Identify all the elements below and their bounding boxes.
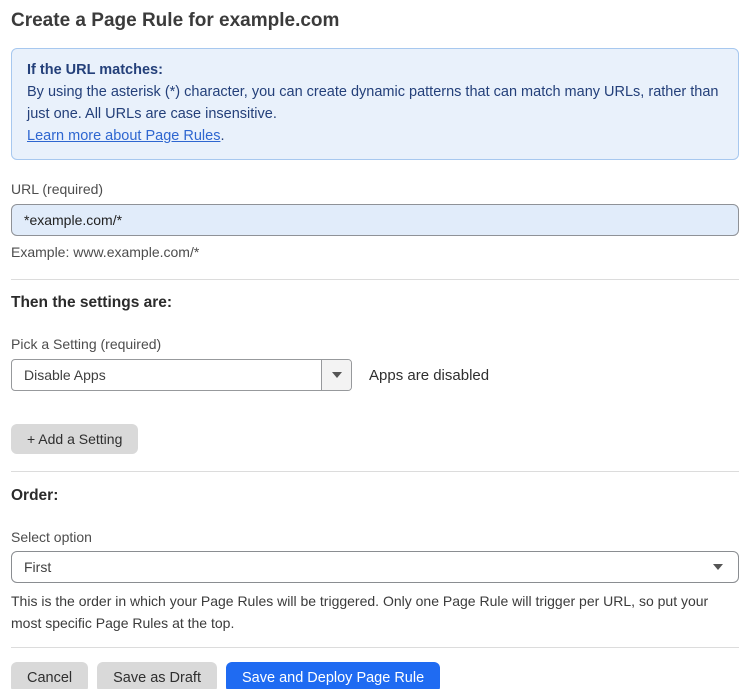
- pick-setting-label: Pick a Setting (required): [11, 336, 162, 352]
- order-select-dropdown[interactable]: First: [11, 551, 739, 583]
- save-as-draft-button[interactable]: Save as Draft: [97, 662, 217, 689]
- divider: [11, 279, 739, 280]
- link-suffix: .: [220, 128, 225, 144]
- url-match-info-box: If the URL matches: By using the asteris…: [11, 48, 739, 160]
- order-section-heading: Order:: [11, 487, 59, 504]
- save-and-deploy-button[interactable]: Save and Deploy Page Rule: [225, 662, 441, 689]
- footer-actions: Cancel Save as Draft Save and Deploy Pag…: [11, 662, 739, 689]
- info-box-heading: If the URL matches:: [27, 62, 163, 78]
- page-title: Create a Page Rule for example.com: [11, 10, 340, 31]
- info-box-link-line: Learn more about Page Rules.: [27, 125, 723, 147]
- setting-picker-arrow-button[interactable]: [321, 360, 351, 390]
- url-field-label: URL (required): [11, 181, 104, 197]
- divider: [11, 471, 739, 472]
- setting-picker-value: Disable Apps: [24, 367, 106, 383]
- url-field-example: Example: www.example.com/*: [11, 244, 200, 260]
- setting-picker-dropdown[interactable]: Disable Apps: [11, 359, 352, 391]
- order-select-label: Select option: [11, 529, 92, 545]
- setting-picker-row: Disable Apps Apps are disabled: [11, 359, 739, 391]
- order-help-text: This is the order in which your Page Rul…: [11, 593, 709, 631]
- order-select-value: First: [24, 559, 52, 575]
- learn-more-link[interactable]: Learn more about Page Rules: [27, 128, 220, 144]
- chevron-down-icon: [331, 372, 342, 378]
- chevron-down-icon: [713, 564, 723, 570]
- page-rule-form: Create a Page Rule for example.com If th…: [0, 8, 750, 689]
- cancel-button[interactable]: Cancel: [11, 662, 89, 689]
- setting-status-text: Apps are disabled: [369, 366, 490, 384]
- add-setting-button[interactable]: + Add a Setting: [11, 424, 139, 454]
- info-box-body: By using the asterisk (*) character, you…: [27, 84, 719, 122]
- settings-section-heading: Then the settings are:: [11, 294, 173, 311]
- divider: [11, 647, 739, 648]
- url-input[interactable]: [11, 204, 739, 236]
